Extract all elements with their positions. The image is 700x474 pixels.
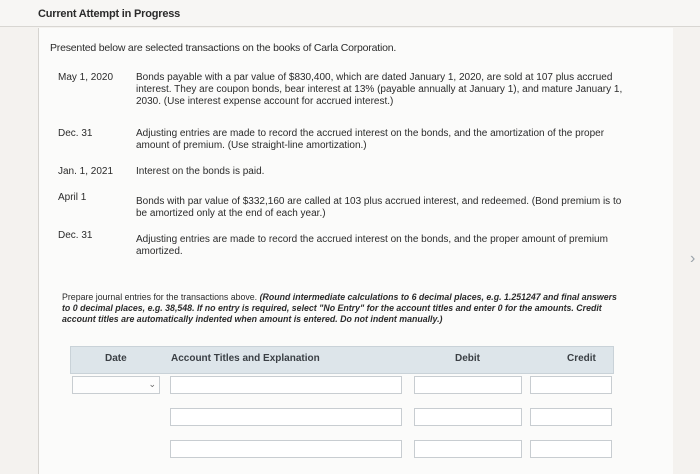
transaction-date: Dec. 31: [58, 128, 93, 139]
top-bar: Current Attempt in Progress: [0, 0, 700, 27]
transaction-text: Bonds with par value of $332,160 are cal…: [136, 196, 622, 219]
transaction-date: Dec. 31: [58, 230, 93, 241]
transaction-date: Jan. 1, 2021: [58, 166, 114, 177]
credit-input[interactable]: [530, 408, 612, 426]
chevron-right-icon[interactable]: ›: [690, 250, 695, 268]
transaction-text: Bonds payable with a par value of $830,4…: [136, 72, 623, 107]
credit-input[interactable]: [530, 376, 612, 394]
instructions: Prepare journal entries for the transact…: [62, 292, 622, 325]
debit-input[interactable]: [414, 408, 522, 426]
debit-input[interactable]: [414, 376, 522, 394]
credit-input[interactable]: [530, 440, 612, 458]
account-column-header: Account Titles and Explanation: [171, 353, 320, 364]
credit-column-header: Credit: [567, 353, 596, 364]
journal-table-header: Date Account Titles and Explanation Debi…: [70, 346, 614, 374]
transaction-text: Adjusting entries are made to record the…: [136, 234, 608, 257]
account-title-input[interactable]: [170, 376, 402, 394]
date-column-header: Date: [105, 353, 127, 364]
account-title-input[interactable]: [170, 440, 402, 458]
transaction-date: May 1, 2020: [58, 72, 114, 83]
debit-column-header: Debit: [455, 353, 480, 364]
question-intro: Presented below are selected transaction…: [50, 42, 397, 54]
transaction-text: Adjusting entries are made to record the…: [136, 128, 605, 151]
debit-input[interactable]: [414, 440, 522, 458]
transaction-text: Interest on the bonds is paid.: [136, 166, 265, 177]
date-select[interactable]: ⌄: [72, 376, 160, 394]
account-title-input[interactable]: [170, 408, 402, 426]
attempt-title: Current Attempt in Progress: [38, 8, 181, 20]
transaction-date: April 1: [58, 192, 87, 203]
chevron-down-icon: ⌄: [148, 379, 156, 389]
instructions-main: Prepare journal entries for the transact…: [62, 292, 258, 302]
